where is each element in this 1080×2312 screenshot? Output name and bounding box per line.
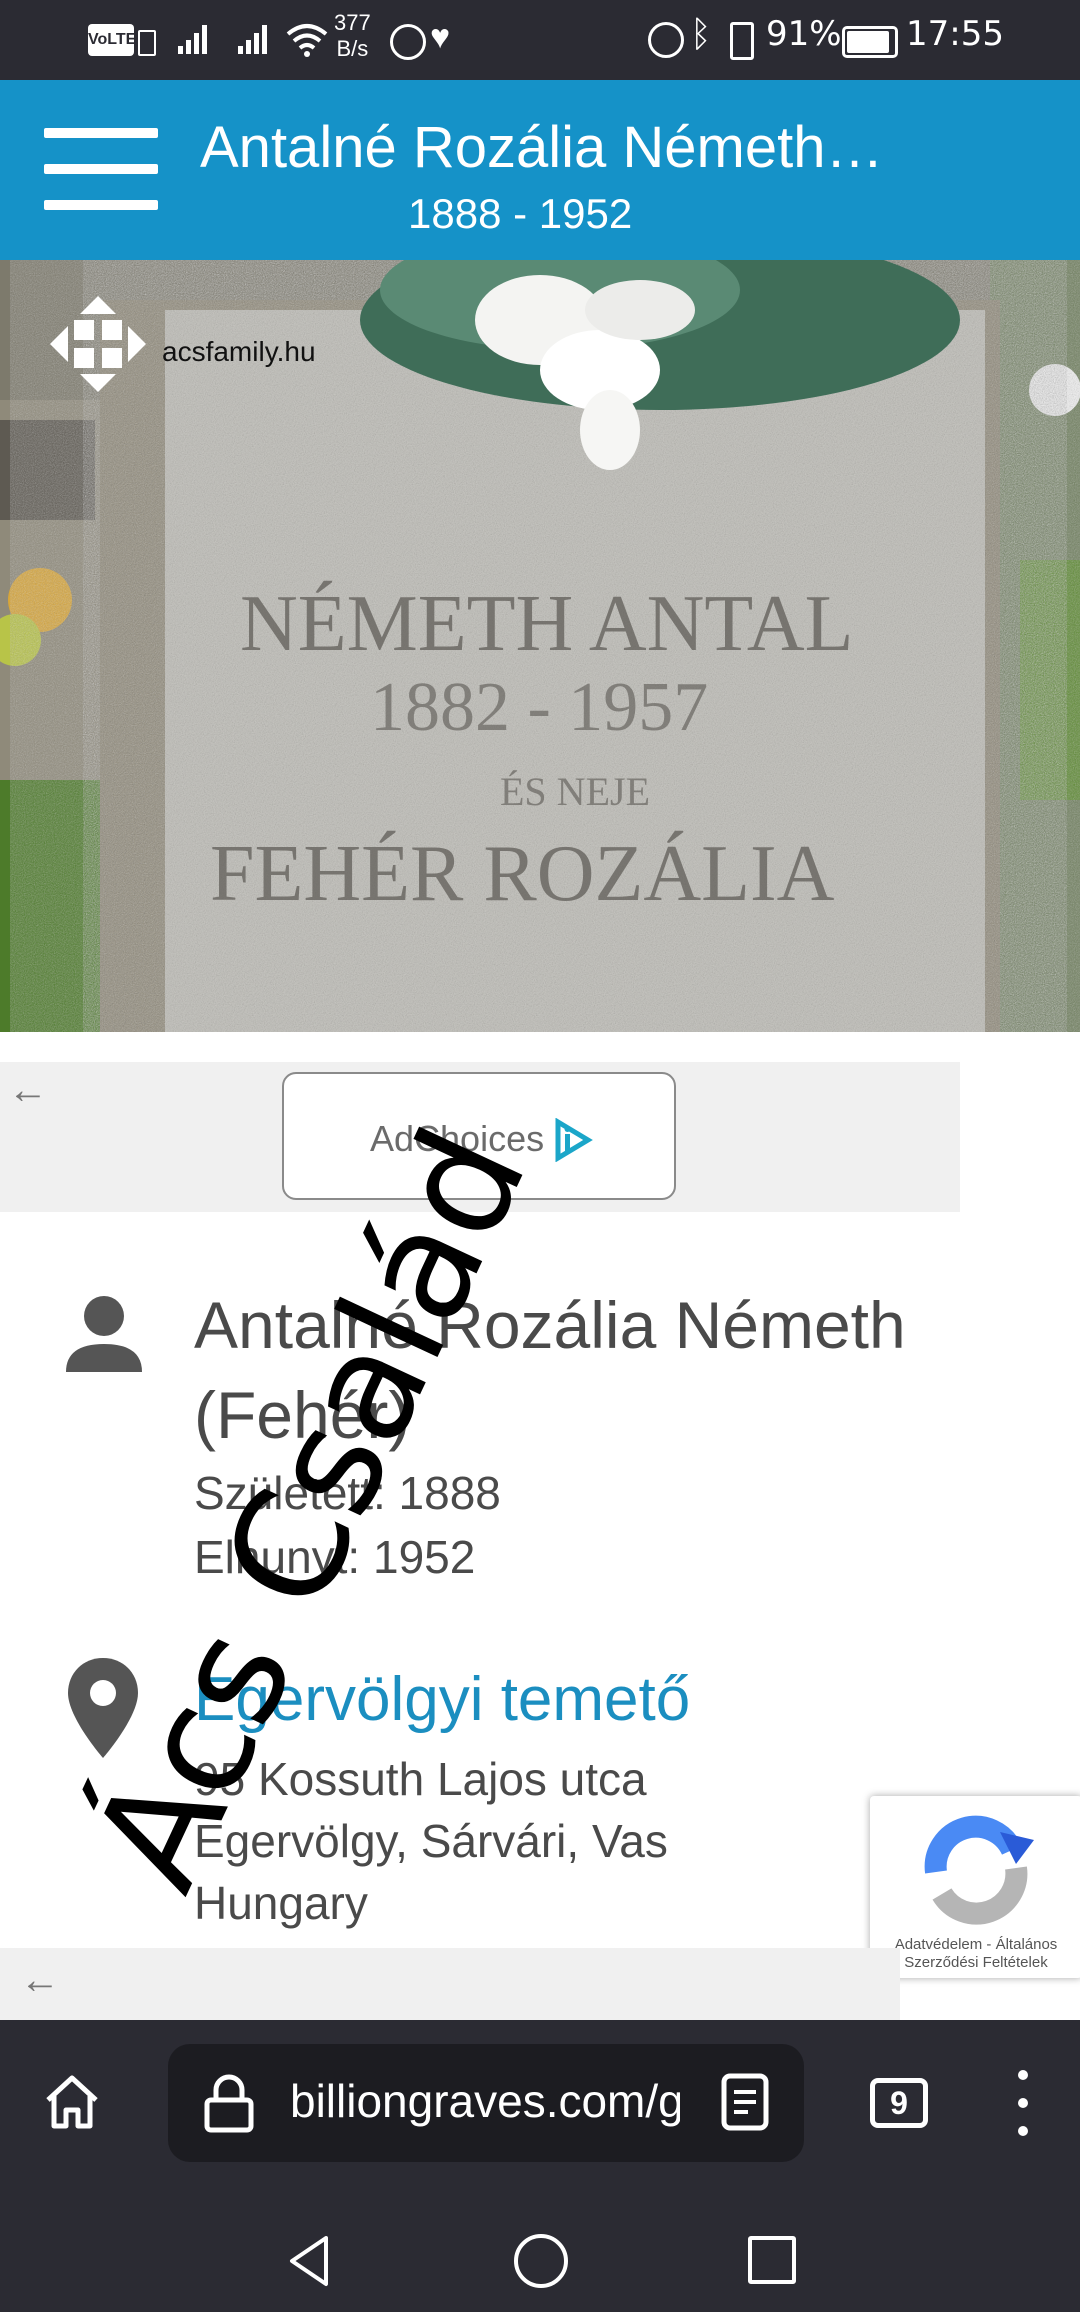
bluetooth-icon: ᛒ	[690, 14, 712, 55]
menu-icon-bar	[44, 164, 158, 174]
recaptcha-icon	[924, 1815, 1034, 1925]
address-bar[interactable]: billiongraves.com/g	[168, 2044, 804, 2162]
more-options-icon[interactable]	[1018, 2070, 1030, 2138]
adchoices-icon	[555, 1118, 593, 1162]
page-title: Antalné Rozália Németh…	[200, 115, 884, 180]
recaptcha-terms-link[interactable]: Általános	[996, 1936, 1058, 1953]
page-dates: 1888 - 1952	[408, 190, 633, 237]
recaptcha-badge[interactable]: Adatvédelem - Általános Szerződési Felté…	[870, 1796, 1080, 1978]
lower-ad-bar: ←	[0, 1948, 900, 2020]
battery-percent: 91%	[766, 14, 842, 54]
grave-photo-image: NÉMETH ANTAL 1882 - 1957 ÉS NEJE FEHÉR R…	[0, 260, 1080, 1032]
volte-label: VoLTE	[88, 31, 137, 48]
lock-icon[interactable]	[202, 2074, 256, 2134]
svg-text:ÉS NEJE: ÉS NEJE	[500, 769, 650, 814]
sim-icon	[138, 30, 156, 56]
signal-icon-2	[238, 25, 267, 54]
menu-icon-bar	[44, 200, 158, 210]
reader-mode-icon[interactable]	[718, 2072, 772, 2132]
status-bar: VoLTE 377 B/s ♥ ᛒ 91% 17:55	[0, 0, 1080, 80]
alarm-icon	[648, 22, 684, 58]
network-speed-unit: B/s	[336, 36, 369, 61]
svg-text:NÉMETH ANTAL: NÉMETH ANTAL	[240, 580, 854, 668]
lower-back-arrow-icon[interactable]: ←	[20, 1958, 60, 2003]
photo-watermark: acsfamily.hu	[162, 336, 316, 367]
wifi-icon	[286, 24, 328, 57]
network-speed-value: 377	[334, 10, 371, 35]
recents-nav-icon[interactable]	[748, 2236, 796, 2284]
menu-button[interactable]	[44, 128, 158, 212]
recaptcha-terms-link-line2[interactable]: Szerződési Feltételek	[904, 1954, 1047, 1971]
volte-icon: VoLTE	[88, 24, 137, 56]
recaptcha-links: Adatvédelem - Általános Szerződési Felté…	[870, 1936, 1080, 1972]
svg-text:1882 - 1957: 1882 - 1957	[370, 669, 708, 746]
app-header: Antalné Rozália Németh… 1888 - 1952	[0, 80, 1080, 260]
ad-back-arrow-icon[interactable]: ←	[8, 1068, 48, 1113]
acsfamily-logo	[50, 296, 146, 392]
person-icon	[66, 1296, 142, 1372]
home-nav-icon[interactable]	[514, 2234, 568, 2288]
vibrate-icon	[730, 22, 754, 60]
grave-photo[interactable]: NÉMETH ANTAL 1882 - 1957 ÉS NEJE FEHÉR R…	[0, 260, 1080, 1032]
data-saver-icon	[390, 24, 426, 60]
battery-icon	[842, 26, 898, 58]
home-icon[interactable]	[42, 2072, 102, 2132]
address-city: Egervölgy, Sárvári, Vas	[194, 1815, 668, 1867]
back-nav-icon[interactable]	[286, 2234, 332, 2288]
recaptcha-separator: -	[986, 1936, 992, 1953]
health-icon: ♥	[430, 18, 451, 56]
url-text[interactable]: billiongraves.com/g	[290, 2074, 680, 2128]
menu-icon	[44, 128, 158, 138]
status-time: 17:55	[906, 14, 1004, 54]
system-nav-bar	[0, 2196, 1080, 2312]
tab-switcher-button[interactable]: 9	[870, 2078, 928, 2128]
recaptcha-privacy-link[interactable]: Adatvédelem	[895, 1936, 983, 1953]
signal-icon	[178, 25, 207, 54]
svg-text:FEHÉR ROZÁLIA: FEHÉR ROZÁLIA	[210, 830, 835, 918]
network-speed: 377 B/s	[334, 10, 371, 62]
tab-count: 9	[890, 2085, 908, 2121]
browser-toolbar: billiongraves.com/g 9	[0, 2020, 1080, 2196]
